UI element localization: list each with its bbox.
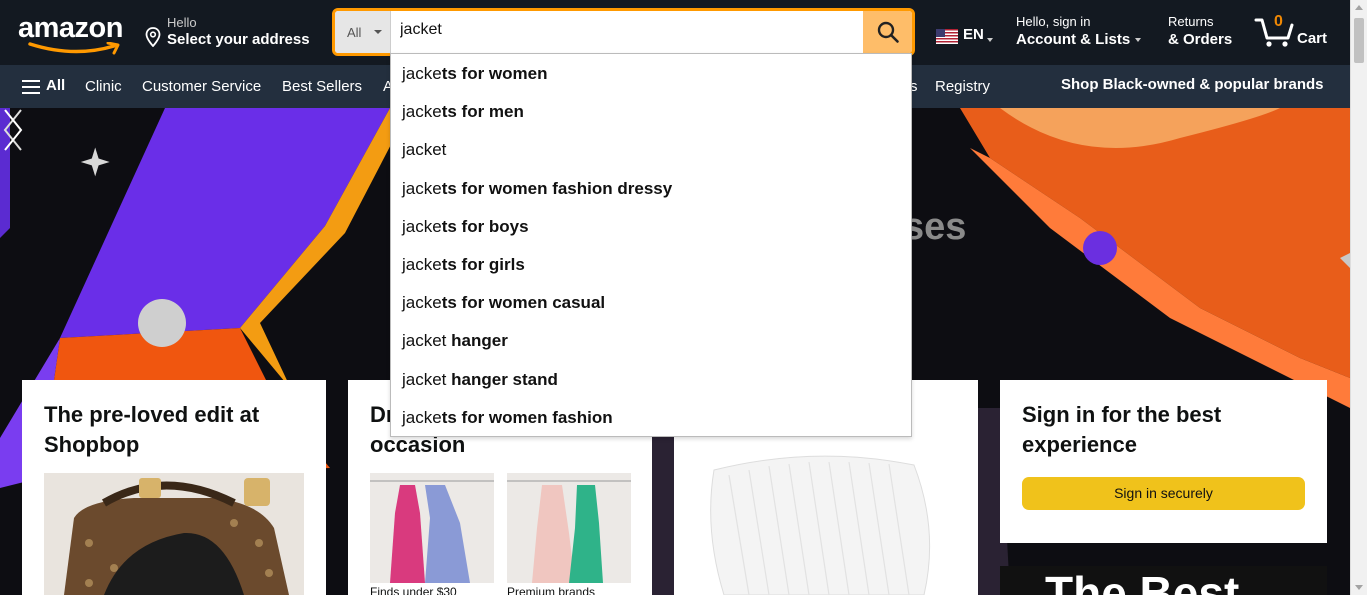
suggestion-typed-text: jacke (402, 178, 442, 198)
cart-label: Cart (1297, 30, 1328, 47)
returns-label: Returns (1168, 14, 1214, 29)
suggestion-completion-text: ts for men (441, 102, 524, 122)
cart-count-badge: 0 (1274, 13, 1283, 30)
search-suggestion-item[interactable]: jackets for women casual (391, 284, 911, 322)
nav-link-customer-service[interactable]: Customer Service (142, 78, 261, 95)
search-bar: All (332, 8, 915, 56)
smile-arrow-icon (28, 42, 120, 55)
search-suggestion-item[interactable]: jacket hanger (391, 322, 911, 360)
premium-dresses-image[interactable] (507, 473, 631, 583)
suggestion-completion-text: ts for women fashion dressy (441, 178, 673, 198)
search-icon (877, 21, 899, 43)
search-suggestion-item[interactable]: jackets for women fashion dressy (391, 170, 911, 208)
card-title-line1: Sign in for the best (1022, 402, 1222, 427)
card-partial-heading: The Best (1045, 567, 1240, 595)
search-suggestion-item[interactable]: jacket hanger stand (391, 361, 911, 399)
dresses-under-30-image[interactable] (370, 473, 494, 583)
account-greeting: Hello, sign in (1016, 14, 1091, 29)
card-title: The pre-loved edit at Shopbop (44, 400, 259, 460)
page-scrollbar[interactable] (1350, 0, 1367, 595)
nav-link-best-sellers[interactable]: Best Sellers (282, 78, 362, 95)
address-select-label: Select your address (167, 31, 310, 48)
hamburger-menu-icon (22, 80, 40, 98)
caret-down-icon (1135, 38, 1142, 43)
logo-text: amazon (18, 12, 123, 44)
scroll-up-arrow-icon[interactable] (1355, 5, 1363, 10)
suggestion-typed-text: jacke (402, 293, 442, 313)
address-greeting: Hello (167, 15, 197, 30)
language-code: EN (963, 26, 984, 43)
search-suggestion-item[interactable]: jackets for boys (391, 208, 911, 246)
search-suggestion-item[interactable]: jacket (391, 131, 911, 169)
search-suggestion-item[interactable]: jackets for men (391, 93, 911, 131)
suggestion-typed-text: jacket (402, 331, 447, 351)
location-pin-icon (145, 27, 161, 47)
chevron-right-icon[interactable] (0, 108, 26, 152)
promo-link-black-owned-brands[interactable]: Shop Black-owned & popular brands (1061, 76, 1324, 93)
suggestion-completion-text: ts for boys (441, 216, 529, 236)
search-button[interactable] (863, 11, 912, 53)
returns-and-orders[interactable]: Returns & Orders (1168, 14, 1232, 50)
all-menu-label: All (46, 77, 66, 94)
search-suggestion-item[interactable]: jackets for girls (391, 246, 911, 284)
suggestion-completion-text: ts for girls (441, 255, 525, 274)
card-title-line1: The pre-loved edit at (44, 402, 260, 427)
sign-in-securely-button[interactable]: Sign in securely (1022, 477, 1305, 510)
search-category-label: All (347, 25, 362, 40)
search-suggestion-item[interactable]: jackets for women (391, 55, 911, 93)
search-input[interactable] (392, 11, 864, 53)
suggestion-completion-text: hanger stand (446, 369, 558, 389)
card-title-line2: experience (1022, 432, 1137, 457)
suggestion-typed-text: jacket (402, 369, 447, 389)
suggestion-typed-text: jacke (402, 102, 442, 122)
suggestion-typed-text: jacke (402, 216, 442, 236)
search-suggestion-item[interactable]: jackets for women fashion (391, 399, 911, 437)
suggestion-completion-text: hanger (446, 331, 508, 351)
card-title-line2: Shopbop (44, 432, 140, 457)
scroll-down-arrow-icon[interactable] (1355, 585, 1363, 590)
suggestion-completion-text: ts for women casual (441, 293, 606, 313)
suggestion-typed-text: jacke (402, 407, 442, 427)
card-sign-in: Sign in for the best experience Sign in s… (1000, 380, 1327, 543)
orders-label: & Orders (1168, 31, 1233, 48)
search-category-dropdown[interactable]: All (335, 11, 391, 53)
suggestion-completion-text: ts for women (441, 64, 548, 83)
cart-button[interactable]: 0 Cart (1254, 12, 1334, 52)
hero-partial-heading: ses (903, 206, 966, 248)
pillow-image[interactable] (694, 440, 944, 595)
caret-down-icon (374, 30, 382, 34)
caret-down-icon (987, 38, 993, 42)
suggestion-typed-text: jacket (402, 140, 447, 160)
handbag-image[interactable] (44, 473, 304, 595)
card-shopbop-preloved: The pre-loved edit at Shopbop (22, 380, 326, 595)
suggestion-completion-text: ts for women fashion (441, 407, 613, 427)
nav-link-registry[interactable]: Registry (935, 78, 990, 95)
nav-link-clinic[interactable]: Clinic (85, 78, 122, 95)
account-and-lists[interactable]: Hello, sign in Account & Lists (1016, 14, 1142, 50)
card-title: Sign in for the best experience (1022, 400, 1221, 460)
suggestion-typed-text: jacke (402, 255, 442, 274)
account-lists-label: Account & Lists (1016, 30, 1142, 50)
caption-premium-brands[interactable]: Premium brands (507, 585, 595, 595)
scrollbar-thumb[interactable] (1354, 18, 1364, 63)
amazon-home-page: amazon Hello Select your address All jac… (0, 0, 1367, 595)
us-flag-icon (936, 29, 958, 44)
caption-finds-under-30[interactable]: Finds under $30 (370, 585, 457, 595)
search-suggestions-dropdown: jackets for women jackets for men jacket ja… (390, 53, 912, 437)
amazon-logo[interactable]: amazon (18, 12, 130, 55)
account-lists-text: Account & Lists (1016, 31, 1131, 48)
suggestion-typed-text: jacke (402, 64, 442, 83)
card-the-best[interactable]: The Best (1000, 566, 1327, 595)
